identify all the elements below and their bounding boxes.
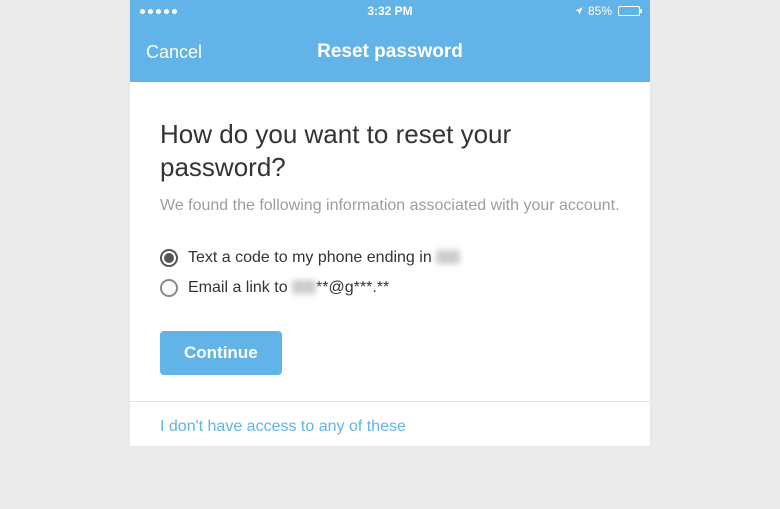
status-time: 3:32 PM [130, 4, 650, 18]
radio-icon [160, 279, 178, 297]
continue-button[interactable]: Continue [160, 331, 282, 375]
radio-icon [160, 249, 178, 267]
option-label: Text a code to my phone ending in [188, 249, 436, 266]
masked-phone [436, 250, 460, 264]
phone-frame: 3:32 PM 85% Cancel Reset password How do… [130, 0, 650, 446]
option-email-link[interactable]: Email a link to **@g***.** [160, 273, 620, 303]
battery-icon [618, 6, 640, 16]
page-title: Reset password [130, 41, 650, 63]
masked-email: **@g***.** [316, 279, 389, 296]
subtext: We found the following information assoc… [160, 195, 620, 217]
no-access-link[interactable]: I don't have access to any of these [130, 402, 650, 446]
option-label: Email a link to [188, 279, 292, 296]
nav-bar: Cancel Reset password [130, 22, 650, 82]
option-text-code[interactable]: Text a code to my phone ending in [160, 243, 620, 273]
cancel-button[interactable]: Cancel [146, 42, 202, 63]
headline: How do you want to reset your password? [160, 118, 620, 183]
masked-email-prefix [292, 280, 316, 294]
main-content: How do you want to reset your password? … [130, 82, 650, 401]
status-bar: 3:32 PM 85% [130, 0, 650, 22]
